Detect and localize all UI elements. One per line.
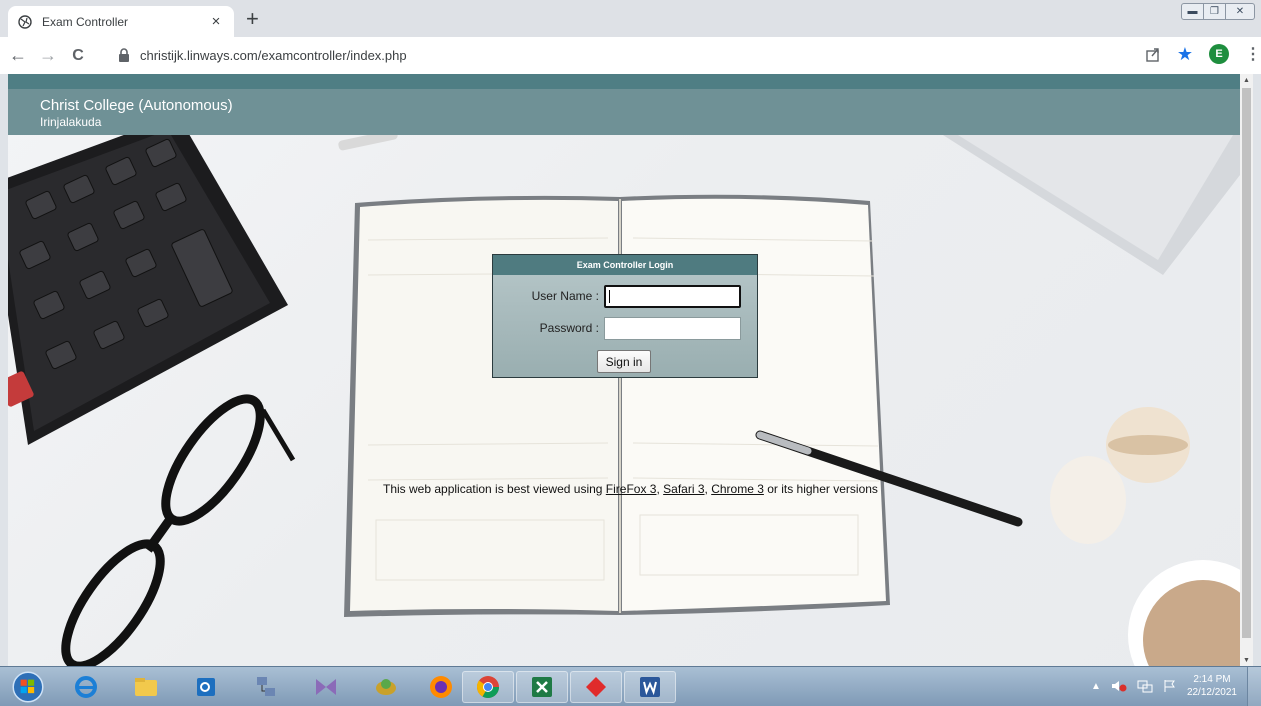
taskbar-chrome[interactable] [462,671,514,703]
college-location: Irinjalakuda [40,115,102,129]
back-button[interactable]: ← [6,44,30,68]
forward-button[interactable]: → [36,44,60,68]
password-input[interactable] [604,317,741,340]
show-desktop-button[interactable] [1247,667,1261,706]
network-tray-icon[interactable] [1137,679,1153,693]
maximize-button[interactable]: ❐ [1204,4,1226,19]
lock-icon [119,48,129,62]
page-scrollbar[interactable]: ▲ ▼ [1240,74,1253,666]
toolbar-actions: ★ E ⋮ [1145,44,1261,64]
bookmark-star-icon[interactable]: ★ [1177,45,1193,63]
windows-start-icon [12,671,44,703]
tab-close-icon[interactable]: × [208,13,224,30]
address-bar[interactable]: christijk.linways.com/examcontroller/ind… [106,41,1106,69]
login-panel-title: Exam Controller Login [493,255,757,275]
taskbar-explorer[interactable] [120,671,172,703]
scroll-up-icon[interactable]: ▲ [1240,74,1253,86]
volume-muted-icon[interactable] [1111,679,1127,693]
red-diamond-icon [586,677,606,697]
taskbar-app-red[interactable] [570,671,622,703]
action-center-flag-icon[interactable] [1163,679,1177,693]
college-name: Christ College (Autonomous) [40,97,233,114]
url-text: christijk.linways.com/examcontroller/ind… [140,47,407,63]
close-window-button[interactable]: ✕ [1226,4,1254,19]
clock-time: 2:14 PM [1193,674,1231,685]
login-panel: Exam Controller Login User Name : Passwo… [492,254,758,378]
username-row: User Name : [493,285,757,309]
browser-tab[interactable]: Exam Controller × [8,6,234,37]
browser-menu-icon[interactable]: ⋮ [1245,44,1261,64]
excel-icon [532,677,552,697]
tray-expand-icon[interactable]: ▲ [1091,681,1101,692]
eyeglasses-image [61,394,296,666]
taskbar-media[interactable] [300,671,352,703]
header-top-strip [8,74,1240,89]
firefox-icon [430,676,452,698]
password-row: Password : [493,317,757,341]
taskbar-firefox[interactable] [415,671,467,703]
minimize-button[interactable]: ▬ [1182,4,1204,19]
chrome-icon [476,676,499,698]
page-viewport: Christ College (Autonomous) Irinjalakuda [8,74,1240,666]
sign-in-button[interactable]: Sign in [597,350,651,373]
taskbar-app[interactable] [360,671,412,703]
browser-tab-bar: Exam Controller × + ▬ ❐ ✕ [0,0,1261,37]
firefox-link[interactable]: FireFox 3 [606,482,657,496]
globe-icon [18,14,32,29]
helmet-icon [376,679,396,695]
desk-background-image [8,135,1240,666]
taskbar-ie[interactable] [60,671,112,703]
network-icon [257,677,275,696]
site-header: Christ College (Autonomous) Irinjalakuda [8,89,1240,135]
username-label: User Name : [531,289,599,303]
profile-avatar[interactable]: E [1209,44,1229,64]
macarons-image [1050,407,1190,544]
window-controls: ▬ ❐ ✕ [1181,3,1255,20]
bowtie-icon [316,679,336,695]
new-tab-button[interactable]: + [246,8,259,30]
taskbar-excel[interactable] [516,671,568,703]
taskbar-network[interactable] [240,671,292,703]
word-icon [640,677,660,697]
safari-link[interactable]: Safari 3 [663,482,704,496]
internet-explorer-icon [75,676,97,698]
windows-taskbar: ▲ 2:14 PM 22/12/2021 [0,666,1261,706]
taskbar-word[interactable] [624,671,676,703]
notice-suffix: or its higher versions [763,482,878,496]
browser-recommendation-notice: This web application is best viewed usin… [383,482,878,496]
folder-icon [135,678,157,696]
notice-prefix: This web application is best viewed usin… [383,482,606,496]
chrome-link[interactable]: Chrome 3 [711,482,764,496]
taskbar-outlook[interactable] [180,671,232,703]
reload-button[interactable]: C [66,44,90,68]
tab-title: Exam Controller [42,14,129,29]
password-label: Password : [539,321,599,335]
clock-date: 22/12/2021 [1186,687,1237,698]
username-input[interactable] [604,285,741,308]
outlook-icon [197,678,215,696]
share-icon[interactable] [1145,46,1161,62]
taskbar-clock[interactable]: 2:14 PM 22/12/2021 [1187,673,1237,699]
scrollbar-thumb[interactable] [1242,88,1251,638]
scroll-down-icon[interactable]: ▼ [1240,654,1253,666]
browser-toolbar: ← → C christijk.linways.com/examcontroll… [0,37,1261,74]
start-button[interactable] [2,671,54,703]
coffee-cup-image [1128,560,1240,666]
system-tray: ▲ 2:14 PM 22/12/2021 [1091,673,1237,699]
